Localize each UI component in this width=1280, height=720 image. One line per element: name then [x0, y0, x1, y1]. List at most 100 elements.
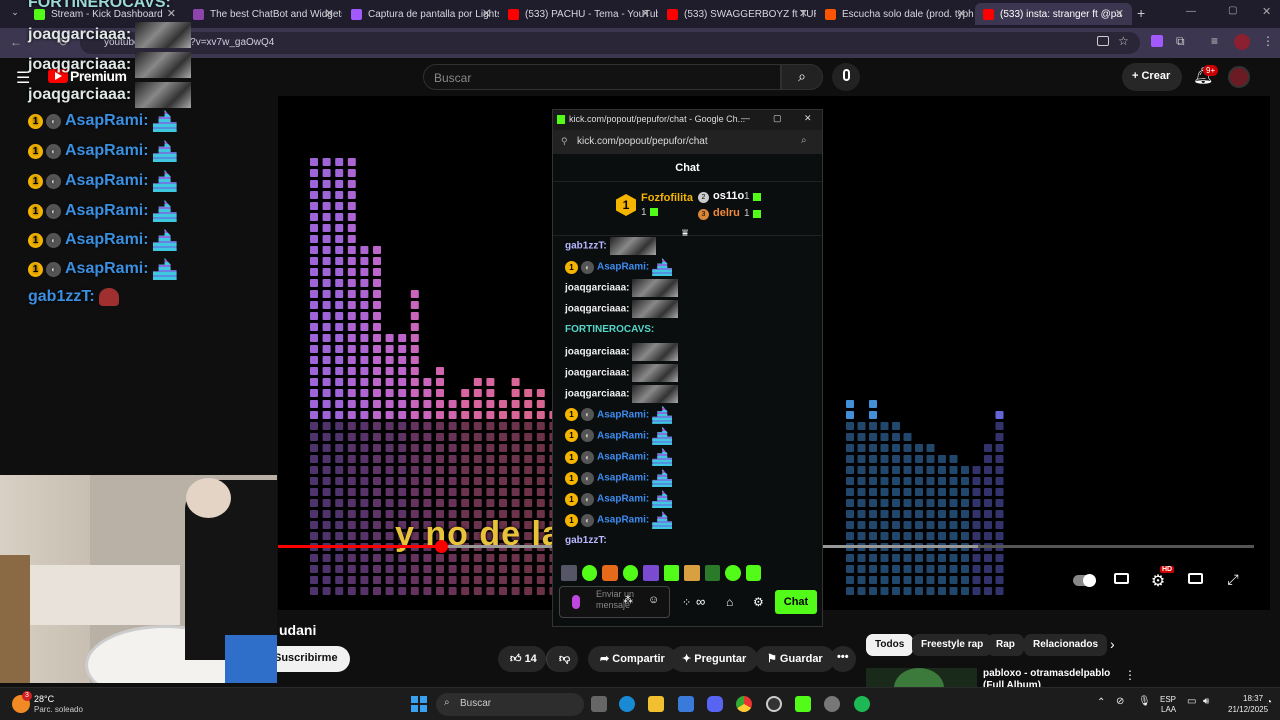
tab-close-icon[interactable]: ✕ — [641, 7, 650, 20]
kick-chat-message[interactable]: FORTINEROCAVS: — [565, 321, 654, 339]
tray-wifi-off-icon[interactable]: ⊘ — [1116, 696, 1124, 707]
emote-slot[interactable] — [622, 565, 638, 581]
emote-slot[interactable] — [684, 565, 700, 581]
kick-maximize-icon[interactable]: ▢ — [773, 113, 782, 124]
kick-chat-message[interactable]: joaqgarciaaa: — [565, 279, 679, 298]
kick-zoom-icon[interactable]: ⌕ — [801, 135, 807, 146]
kick-chat-message[interactable]: 1 ◐ AsapRami: — [565, 490, 673, 509]
notification-center-icon[interactable]: ◔ — [1266, 697, 1272, 708]
more-actions-button[interactable]: ••• — [830, 646, 856, 672]
side-video-menu-icon[interactable]: ⋮ — [1124, 668, 1136, 682]
kick-infinity-icon[interactable]: ∞ — [696, 594, 705, 609]
miniplayer-icon[interactable] — [1184, 571, 1206, 591]
autoplay-toggle[interactable] — [1073, 574, 1096, 587]
tab-close-icon[interactable]: ✕ — [482, 7, 491, 20]
subtitles-icon[interactable] — [1110, 571, 1132, 591]
account-avatar[interactable] — [1228, 66, 1250, 88]
kick-send-button[interactable]: Chat — [775, 590, 817, 614]
kick-chat-username[interactable]: AsapRami: — [597, 409, 649, 420]
reading-list-icon[interactable]: ≡ — [1211, 34, 1218, 48]
create-button[interactable]: + Crear — [1122, 63, 1182, 91]
kick-chat-username[interactable]: AsapRami: — [597, 262, 649, 273]
site-info-icon[interactable]: ⚲ — [561, 136, 568, 147]
kick-settings-icon[interactable]: ⚙ — [753, 595, 764, 609]
settings-app-icon[interactable] — [824, 696, 840, 712]
kick-chat-username[interactable]: FORTINEROCAVS: — [565, 324, 654, 335]
kick-chat-message[interactable]: joaqgarciaaa: — [565, 300, 679, 319]
side-video-thumbnail[interactable] — [866, 668, 977, 688]
kick-chat-message[interactable]: joaqgarciaaa: — [565, 342, 679, 361]
puzzle-extensions-icon[interactable]: ⧉ — [1176, 34, 1185, 49]
like-button[interactable]: 👍︎ 14 — [498, 646, 546, 672]
kick-store-icon[interactable]: ⌂ — [726, 595, 733, 609]
kick-chat-message[interactable]: 1 ◐ AsapRami: — [565, 426, 673, 445]
chrome-icon[interactable] — [736, 696, 752, 712]
chrome-menu-icon[interactable]: ⋮ — [1262, 34, 1274, 48]
chip-todos[interactable]: Todos — [866, 634, 914, 656]
emote-slot[interactable] — [745, 565, 761, 581]
emote-slot[interactable] — [663, 565, 679, 581]
kick-url-field[interactable]: ⚲ kick.com/popout/pepufor/chat ⌕ — [553, 130, 822, 154]
progress-scrubber[interactable] — [435, 540, 448, 553]
browser-tab[interactable]: (533) PACHU - Tema - YouTube ✕ — [500, 3, 658, 25]
kick-chat-username[interactable]: AsapRami: — [597, 473, 649, 484]
lang-top[interactable]: ESP — [1160, 695, 1176, 704]
obs-icon[interactable] — [766, 696, 782, 712]
browser-tab[interactable]: Captura de pantalla por Lightsi ✕ — [343, 3, 499, 25]
store-icon[interactable] — [678, 696, 694, 712]
voice-input-icon[interactable] — [572, 595, 580, 609]
close-window-icon[interactable]: ✕ — [1262, 5, 1271, 18]
tray-overflow-icon[interactable]: ⌃ — [1097, 697, 1105, 708]
kick-app-icon[interactable] — [795, 696, 811, 712]
browser-tab[interactable]: (533) insta: stranger ft @pa ✕ — [975, 3, 1132, 25]
kick-minimize-icon[interactable]: — — [741, 113, 750, 123]
tray-volume-icon[interactable]: 🔊︎ — [1203, 696, 1209, 707]
kick-chat-message[interactable]: 1 ◐ AsapRami: — [565, 511, 673, 530]
kick-chat-username[interactable]: joaqgarciaaa: — [565, 346, 629, 357]
kick-chat-username[interactable]: joaqgarciaaa: — [565, 388, 629, 399]
chip-relacionados[interactable]: Relacionados — [1024, 634, 1108, 656]
kick-chat-message[interactable]: joaqgarciaaa: — [565, 363, 679, 382]
emote-slot[interactable] — [561, 565, 577, 581]
kick-chat-username[interactable]: AsapRami: — [597, 515, 649, 526]
emote-slot[interactable] — [704, 565, 720, 581]
fullscreen-icon[interactable]: ⤢ — [1222, 571, 1244, 591]
voice-search-button[interactable] — [832, 63, 860, 91]
kick-chat-message[interactable]: gab1zzT: — [565, 532, 607, 550]
kick-close-icon[interactable]: ✕ — [804, 113, 812, 124]
lang-bottom[interactable]: LAA — [1161, 705, 1176, 714]
chat-filter-icon[interactable]: ⩸ — [682, 228, 688, 239]
youtube-search-input[interactable]: Buscar — [423, 64, 781, 90]
chips-next-icon[interactable]: › — [1110, 636, 1115, 652]
start-windows-icon[interactable] — [411, 696, 427, 712]
spotify-icon[interactable] — [854, 696, 870, 712]
taskbar-search[interactable]: ⌕ Buscar — [436, 693, 584, 716]
file-explorer-icon[interactable] — [648, 696, 664, 712]
kick-chat-message[interactable]: joaqgarciaaa: — [565, 384, 679, 403]
settings-gear-icon[interactable]: ⚙ — [1147, 571, 1169, 591]
kick-chat-username[interactable]: joaqgarciaaa: — [565, 283, 629, 294]
save-button[interactable]: ⚑ Guardar — [755, 646, 835, 672]
discord-icon[interactable] — [707, 696, 723, 712]
emote-slot[interactable] — [581, 565, 597, 581]
gif-icon[interactable]: ⁂ — [623, 595, 633, 606]
kick-chat-username[interactable]: gab1zzT: — [565, 241, 607, 252]
emoji-icon[interactable]: ☺ — [648, 594, 659, 606]
tray-mic-icon[interactable]: 🎙︎ — [1138, 696, 1151, 707]
tab-close-icon[interactable]: ✕ — [1115, 7, 1124, 20]
clock-date[interactable]: 21/12/2025 — [1228, 705, 1268, 714]
bookmark-star-icon[interactable]: ☆ — [1118, 34, 1129, 48]
kick-message-input[interactable]: Enviar un mensaje ⁂ ☺ — [559, 586, 670, 618]
install-app-icon[interactable] — [1097, 36, 1109, 46]
tab-close-icon[interactable]: ✕ — [325, 7, 334, 20]
emote-slot[interactable] — [643, 565, 659, 581]
tray-network-icon[interactable]: ▭ — [1187, 696, 1196, 707]
kick-chat-message[interactable]: gab1zzT: — [565, 237, 656, 255]
profile-avatar[interactable] — [1234, 34, 1250, 50]
task-view-icon[interactable] — [591, 696, 607, 712]
ask-button[interactable]: ✦ Preguntar — [670, 646, 759, 672]
edge-icon[interactable] — [619, 696, 635, 712]
kick-chat-username[interactable]: gab1zzT: — [565, 535, 607, 546]
search-button[interactable]: ⌕ — [781, 64, 823, 90]
emote-slot[interactable] — [725, 565, 741, 581]
